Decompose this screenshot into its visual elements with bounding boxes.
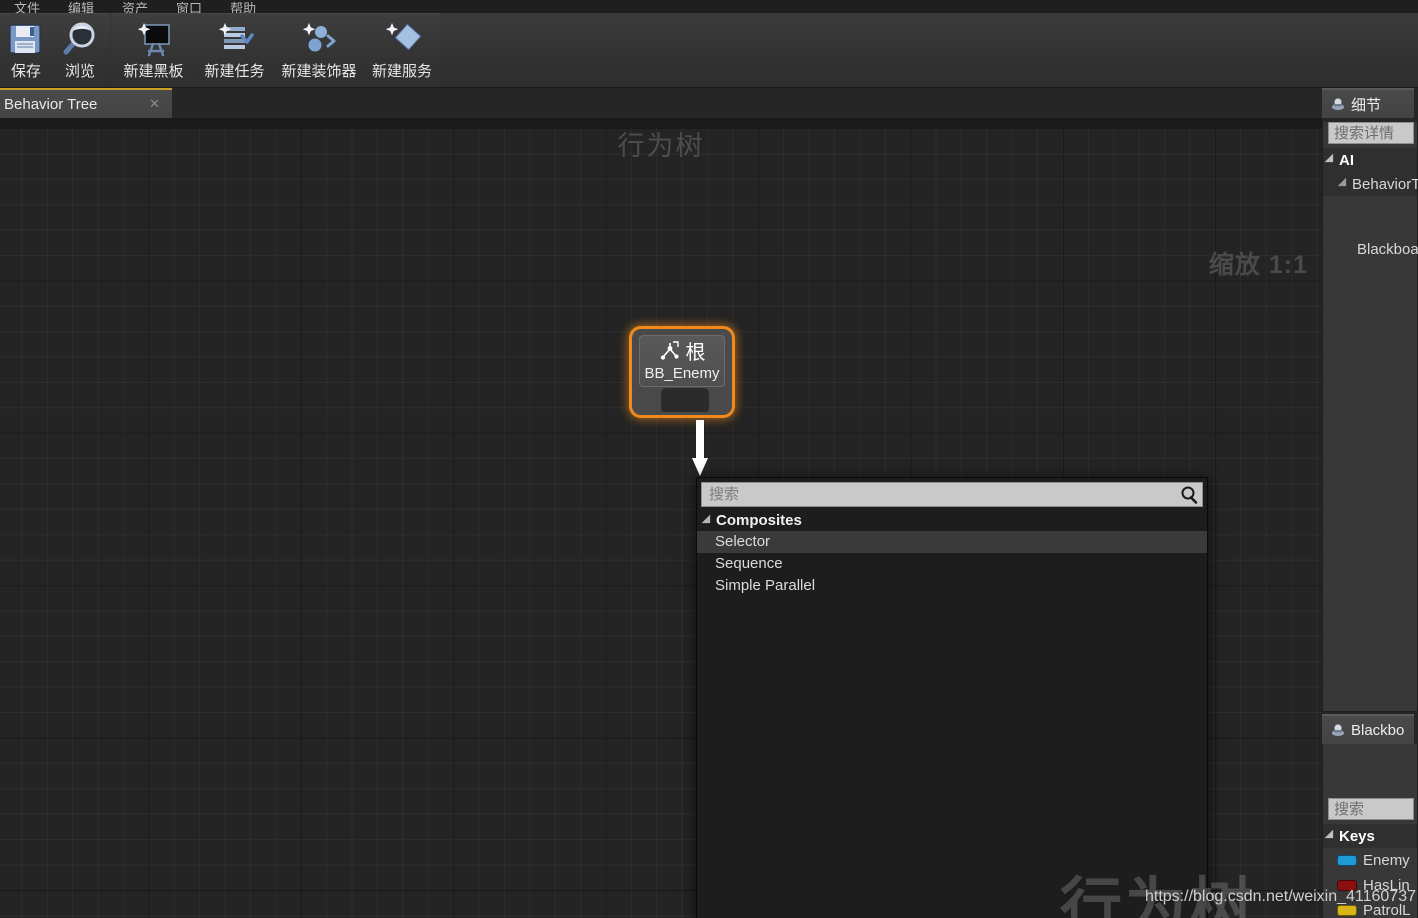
details-subcategory-label: BehaviorT <box>1352 175 1418 193</box>
details-tab-row: 细节 <box>1322 88 1418 118</box>
blackboard-icon <box>1330 722 1346 738</box>
chevron-down-icon <box>1324 829 1338 843</box>
root-node-output-pin[interactable] <box>661 388 709 412</box>
toolbar-group-blackboard: 新建黑板 <box>113 13 194 87</box>
chevron-down-icon <box>701 514 715 527</box>
blackboard-key-row[interactable]: PatrolL <box>1323 898 1417 918</box>
blackboard-search-bar[interactable] <box>1328 798 1414 820</box>
chevron-down-icon <box>1337 177 1351 191</box>
tab-details[interactable]: 细节 <box>1322 88 1414 118</box>
right-panel-column: 细节 AI BehaviorT Blackboa <box>1322 88 1418 918</box>
new-task-label: 新建任务 <box>204 63 265 80</box>
chevron-down-icon <box>1324 153 1338 167</box>
menu-item-window[interactable]: 窗口 <box>162 2 216 13</box>
new-decorator-button[interactable]: 新建装饰器 <box>274 13 364 87</box>
toolbar-group-nodes: 新建任务 新建装饰器 新建服务 <box>195 13 440 87</box>
blackboard-section-label: Keys <box>1339 827 1375 845</box>
tab-behavior-tree[interactable]: Behavior Tree ✕ <box>0 88 172 118</box>
tab-blackboard[interactable]: Blackbo <box>1322 714 1414 744</box>
new-blackboard-label: 新建黑板 <box>123 63 184 80</box>
menu-item-asset[interactable]: 资产 <box>108 2 162 13</box>
context-item-simple-parallel[interactable]: Simple Parallel <box>697 575 1207 597</box>
blackboard-toolbar-spacer <box>1323 744 1417 794</box>
blackboard-search-input[interactable] <box>1329 799 1413 819</box>
connector-arrow-icon <box>692 420 708 478</box>
blackboard-key-row[interactable]: HasLin <box>1323 873 1417 898</box>
root-node[interactable]: 根 BB_Enemy <box>629 326 735 418</box>
details-icon <box>1330 96 1346 112</box>
key-color-chip <box>1337 855 1357 866</box>
details-category-label: AI <box>1339 151 1354 169</box>
zoom-level-label: 缩放 1:1 <box>1208 251 1308 279</box>
node-context-menu[interactable]: Composites Selector Sequence Simple Para… <box>696 477 1208 918</box>
new-task-button[interactable]: 新建任务 <box>195 13 274 87</box>
browse-button[interactable]: 浏览 <box>52 13 108 87</box>
context-menu-list: Composites Selector Sequence Simple Para… <box>697 510 1207 597</box>
blackboard-tab-row: Blackbo <box>1322 714 1418 744</box>
context-menu-search-bar[interactable] <box>701 482 1203 507</box>
tab-behavior-tree-label: Behavior Tree <box>4 95 98 113</box>
menu-bar: 文件 编辑 资产 窗口 帮助 <box>0 0 1418 13</box>
new-service-icon <box>380 17 424 61</box>
tab-blackboard-label: Blackbo <box>1351 721 1405 739</box>
graph-title: 行为树 <box>617 131 705 161</box>
key-color-chip <box>1337 905 1357 916</box>
save-label: 保存 <box>10 63 41 80</box>
root-node-subtitle: BB_Enemy <box>644 365 720 382</box>
browse-magnifier-icon <box>58 17 102 61</box>
blackboard-panel-body: Keys Enemy HasLin PatrolL <box>1322 744 1418 918</box>
graph-canvas[interactable]: 行为树 根 BB_Enemy 搜索 Composites Selector Se… <box>0 118 1322 918</box>
context-category-label: Composites <box>716 512 802 529</box>
search-magnifier-icon[interactable] <box>1176 485 1202 505</box>
context-menu-search-input[interactable] <box>702 485 1176 504</box>
new-service-button[interactable]: 新建服务 <box>364 13 440 87</box>
details-panel-body: AI BehaviorT Blackboa <box>1322 122 1418 712</box>
menu-item-edit[interactable]: 编辑 <box>54 2 108 13</box>
details-subcategory-behaviortree[interactable]: BehaviorT <box>1323 172 1418 196</box>
root-node-body: 根 BB_Enemy <box>639 335 725 387</box>
root-node-title: 根 <box>685 342 706 364</box>
context-item-selector[interactable]: Selector <box>697 531 1207 553</box>
blackboard-key-row[interactable]: Enemy <box>1323 848 1417 873</box>
details-search-input[interactable] <box>1329 123 1413 143</box>
toolbar-group-file: 保存 浏览 <box>0 13 110 87</box>
context-item-sequence[interactable]: Sequence <box>697 553 1207 575</box>
new-decorator-icon <box>297 17 341 61</box>
menu-item-help[interactable]: 帮助 <box>216 2 270 13</box>
details-search-bar[interactable] <box>1328 122 1414 144</box>
context-category-composites[interactable]: Composites <box>697 510 1207 531</box>
document-tab-strip: Behavior Tree ✕ <box>0 88 1418 118</box>
key-color-chip <box>1337 880 1357 891</box>
behavior-tree-editor-window: 文件 编辑 资产 窗口 帮助 保存 浏览 新建黑板 新建任务 新建装饰器 新建服… <box>0 0 1418 918</box>
blackboard-key-label: Enemy <box>1363 852 1410 869</box>
new-blackboard-icon <box>132 17 176 61</box>
browse-label: 浏览 <box>64 63 95 80</box>
blackboard-section-keys[interactable]: Keys <box>1323 824 1417 848</box>
details-category-ai[interactable]: AI <box>1323 148 1417 172</box>
blackboard-key-label: HasLin <box>1363 877 1410 894</box>
new-service-label: 新建服务 <box>371 63 432 80</box>
toolbar: 保存 浏览 新建黑板 新建任务 新建装饰器 新建服务 <box>0 13 1418 88</box>
close-icon[interactable]: ✕ <box>149 96 172 112</box>
details-spacer <box>1323 196 1417 238</box>
blackboard-key-label: PatrolL <box>1363 902 1411 918</box>
details-property-blackboard: Blackboa <box>1357 240 1418 258</box>
new-blackboard-button[interactable]: 新建黑板 <box>113 13 194 87</box>
save-icon <box>4 17 48 61</box>
root-node-icon <box>659 340 681 367</box>
new-task-icon <box>213 17 257 61</box>
menu-item-file[interactable]: 文件 <box>0 2 54 13</box>
tab-details-label: 细节 <box>1351 96 1382 114</box>
canvas-top-edge <box>0 118 1322 128</box>
root-node-title-row: 根 <box>659 340 706 366</box>
save-button[interactable]: 保存 <box>0 13 52 87</box>
new-decorator-label: 新建装饰器 <box>281 63 357 80</box>
